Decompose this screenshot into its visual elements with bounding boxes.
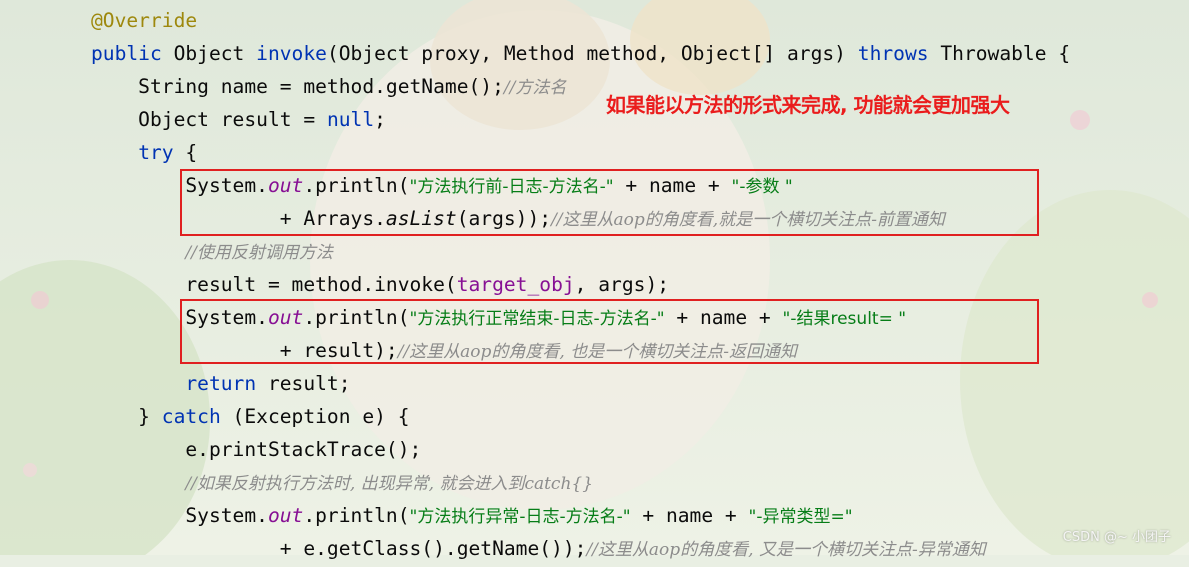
code-token: Object result = [91, 108, 327, 131]
code-line[interactable]: //使用反射调用方法 [91, 235, 333, 268]
code-token: //如果反射执行方法时, 出现异常, 就会进入到catch{} [185, 474, 594, 494]
code-line[interactable]: } catch (Exception e) { [91, 400, 410, 433]
code-line[interactable]: Object result = null; [91, 103, 386, 136]
code-token: throws [857, 42, 929, 65]
code-line[interactable]: //如果反射执行方法时, 出现异常, 就会进入到catch{} [91, 466, 593, 499]
code-token: String name = method.getName(); [91, 75, 504, 98]
code-token: System. [91, 504, 268, 527]
code-token: + e.getClass().getName()); [91, 537, 587, 560]
code-line[interactable]: public Object invoke(Object proxy, Metho… [91, 37, 1070, 70]
code-token: { [173, 141, 198, 164]
code-token: @Override [91, 9, 198, 32]
code-token: //使用反射调用方法 [185, 243, 333, 263]
code-token: //这里从aop的角度看, 又是一个横切关注点-异常通知 [586, 540, 986, 560]
return-advice-highlight-box [180, 299, 1039, 364]
code-token: catch [161, 405, 221, 428]
code-token: public [91, 42, 174, 65]
code-token: invoke [256, 42, 327, 65]
code-token: target_obj [456, 273, 575, 296]
code-token: "方法执行异常-日志-方法名-" [409, 507, 631, 527]
code-token: //方法名 [503, 78, 567, 98]
code-token: , args); [574, 273, 670, 296]
code-token: } [91, 405, 162, 428]
code-token: (Object proxy, Method method, Object[] a… [326, 42, 858, 65]
code-token: + name + [630, 504, 749, 527]
code-line[interactable]: try { [91, 136, 197, 169]
code-token: return [185, 372, 257, 395]
code-editor[interactable]: @Override public Object invoke(Object pro… [0, 0, 1189, 560]
code-line[interactable]: return result; [91, 367, 351, 400]
watermark: CSDN @~ 小团子 [1062, 530, 1171, 545]
code-line[interactable]: @Override [91, 4, 197, 37]
code-token: .println( [303, 504, 410, 527]
code-token: out [267, 504, 304, 527]
code-token: result; [256, 372, 351, 395]
code-token: (Exception e) { [220, 405, 410, 428]
code-token: result = method.invoke( [91, 273, 457, 296]
code-line[interactable]: result = method.invoke(target_obj, args)… [91, 268, 669, 301]
code-token: Throwable { [928, 42, 1071, 65]
code-line[interactable]: + e.getClass().getName());//这里从aop的角度看, … [91, 532, 986, 565]
code-token: Object [173, 42, 257, 65]
annotation-note: 如果能以方法的形式来完成, 功能就会更加强大 [606, 93, 1010, 117]
code-line[interactable]: String name = method.getName();//方法名 [91, 70, 566, 103]
code-token: e.printStackTrace(); [91, 438, 422, 461]
code-token: null [326, 108, 375, 131]
code-line[interactable]: System.out.println("方法执行异常-日志-方法名-" + na… [91, 499, 853, 532]
code-token: "-异常类型=" [748, 507, 853, 527]
code-line[interactable]: e.printStackTrace(); [91, 433, 421, 466]
code-token: ; [374, 108, 386, 131]
before-advice-highlight-box [180, 169, 1039, 236]
code-token: try [138, 141, 174, 164]
